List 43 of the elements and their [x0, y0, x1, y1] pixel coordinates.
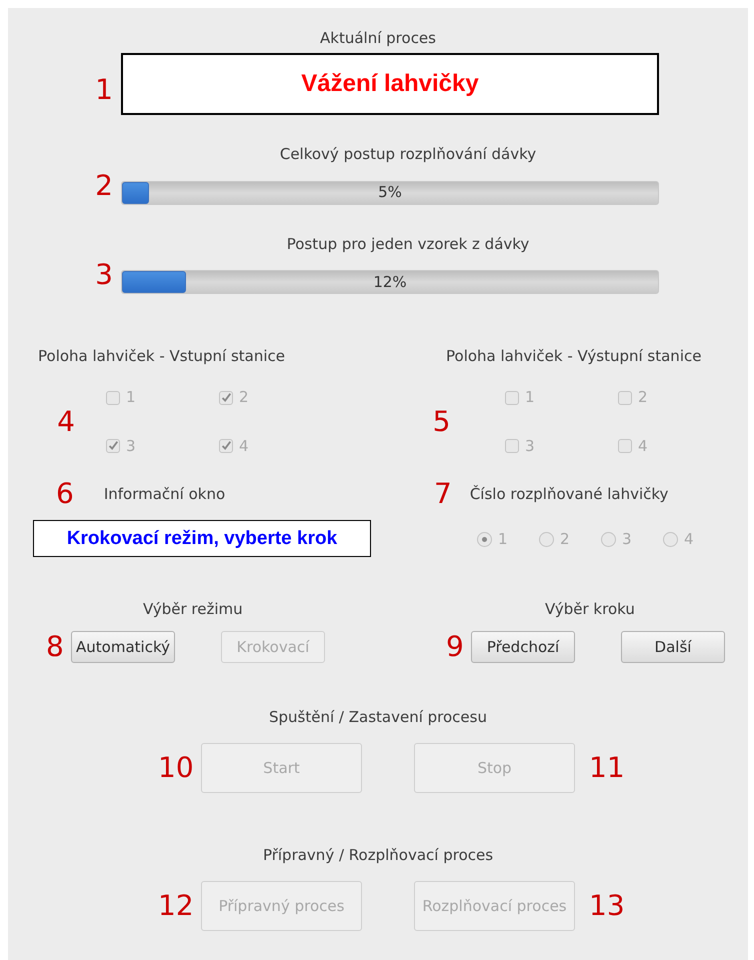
progress-reading: 5%	[377, 182, 403, 204]
step-number: 7	[434, 480, 452, 508]
radio-label: 3	[622, 529, 632, 550]
action-button[interactable]: Předchozí	[471, 631, 575, 664]
checkbox-label: 3	[126, 436, 136, 457]
step-number: 9	[446, 633, 465, 662]
step-number: 5	[432, 408, 450, 436]
step-number: 6	[56, 480, 74, 508]
section-label: Celkový postup rozplňování dávky	[280, 144, 536, 164]
section-label: Číslo rozplňované lahvičky	[470, 484, 668, 504]
step-number: 11	[589, 754, 625, 782]
section-label: Poloha lahviček - Vstupní stanice	[38, 347, 285, 366]
section-label: Postup pro jeden vzorek z dávky	[286, 234, 530, 254]
checkbox-label: 2	[638, 387, 648, 408]
checkbox-label: 1	[126, 387, 136, 408]
radio-label: 2	[560, 529, 570, 550]
current-process-display: Vážení lahvičky	[121, 52, 659, 115]
step-number: 12	[158, 892, 195, 920]
radio-label: 1	[498, 529, 508, 550]
section-label: Poloha lahviček - Výstupní stanice	[446, 347, 702, 366]
step-number: 2	[95, 172, 113, 200]
step-number: 13	[589, 892, 625, 920]
section-label: Přípravný / Rozplňovací proces	[262, 846, 494, 865]
section-label: Spuštění / Zastavení procesu	[269, 708, 487, 727]
step-number: 10	[158, 754, 195, 782]
checkbox-label: 4	[239, 436, 249, 457]
progress-reading: 12%	[372, 272, 408, 293]
info-message: Krokovací režim, vyberte krok	[33, 520, 371, 558]
section-label: Výběr kroku	[545, 600, 635, 618]
action-button[interactable]: Další	[621, 631, 725, 664]
step-number: 4	[57, 408, 75, 436]
radio-label: 4	[684, 529, 694, 550]
step-number: 1	[95, 76, 113, 104]
action-button[interactable]: Automatický	[71, 631, 175, 664]
step-number: 3	[95, 261, 113, 290]
checkbox-label: 4	[638, 436, 648, 457]
checkbox-label: 3	[525, 436, 535, 457]
step-number: 8	[46, 633, 65, 662]
checkbox-label: 1	[525, 387, 535, 408]
checkbox-label: 2	[239, 387, 249, 408]
section-label: Informační okno	[104, 484, 226, 504]
section-label: Aktuální proces	[320, 29, 436, 48]
section-label: Výběr režimu	[143, 600, 243, 618]
